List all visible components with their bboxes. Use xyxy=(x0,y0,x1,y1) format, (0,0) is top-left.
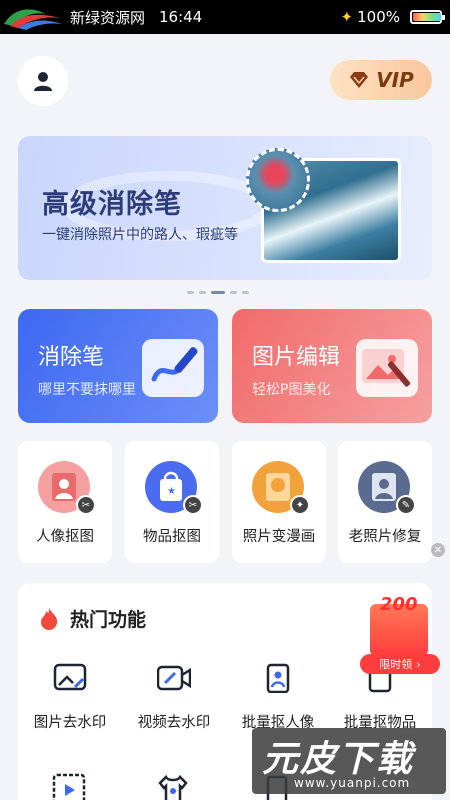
tool-portrait-cutout[interactable]: ✂ 人像抠图 xyxy=(18,441,112,563)
status-right: ✦ 100% xyxy=(341,8,450,26)
promo-amount: 200 xyxy=(380,594,418,615)
battery-icon xyxy=(410,10,445,24)
promo-claim-label: 限时领 xyxy=(379,658,413,671)
video-watermark-icon xyxy=(156,665,192,691)
signal-icon: ✦ xyxy=(340,8,354,26)
image-watermark-icon xyxy=(53,663,87,691)
hot-item-batch-portrait[interactable]: 批量抠人像 xyxy=(226,663,330,732)
fire-icon xyxy=(41,607,58,630)
wrench-icon: ✎ xyxy=(396,495,416,515)
tool-label: 人像抠图 xyxy=(36,529,94,545)
tool-label: 老照片修复 xyxy=(348,529,422,545)
hot-item-label: 图片去水印 xyxy=(33,715,107,731)
vip-label: VIP xyxy=(376,68,414,92)
pen-icon xyxy=(142,339,204,397)
scissors-icon: ✂ xyxy=(76,495,96,515)
tool-photo-restore[interactable]: ✎ 老照片修复 xyxy=(338,441,432,563)
tool-object-cutout[interactable]: ★ ✂ 物品抠图 xyxy=(125,441,219,563)
tool-label: 物品抠图 xyxy=(143,529,201,545)
hot-header: 热门功能 xyxy=(38,605,146,632)
eraser-card-title: 消除笔 xyxy=(38,345,105,370)
image-edit-card[interactable]: 图片编辑 轻松P图美化 xyxy=(232,309,432,423)
scissors-icon: ✂ xyxy=(183,495,203,515)
eraser-card[interactable]: 消除笔 哪里不要抹哪里 xyxy=(18,309,218,423)
hot-item-image-watermark[interactable]: 图片去水印 xyxy=(18,663,122,732)
erase-circle xyxy=(246,148,310,212)
image-edit-icon xyxy=(356,339,418,397)
shirt-icon xyxy=(158,774,188,800)
hot-item-video-watermark[interactable]: 视频去水印 xyxy=(122,663,226,732)
wand-icon: ✦ xyxy=(290,495,310,515)
hot-item-label: 视频去水印 xyxy=(137,715,211,731)
carousel-dot xyxy=(187,291,194,294)
video-play-icon xyxy=(52,773,86,800)
banner-subtitle: 一键消除照片中的路人、瑕疵等 xyxy=(42,227,238,243)
carousel-indicator xyxy=(187,291,249,294)
carousel-dot xyxy=(230,291,237,294)
app-logo xyxy=(0,0,64,34)
batch-portrait-icon xyxy=(266,663,290,694)
user-icon xyxy=(34,72,52,91)
watermark-text: 元皮下载 xyxy=(262,739,415,780)
red-packet-promo[interactable]: 200 限时领 › xyxy=(352,590,440,678)
site-watermark: 元皮下载 www.yuanpi.com xyxy=(252,728,446,794)
image-edit-card-desc: 轻松P图美化 xyxy=(252,382,331,398)
clock: 16:44 xyxy=(159,8,203,26)
close-icon[interactable]: ✕ xyxy=(431,543,445,557)
profile-button[interactable] xyxy=(18,56,68,106)
svg-text:★: ★ xyxy=(167,486,176,497)
diamond-icon xyxy=(350,72,369,88)
promo-claim-button[interactable]: 限时领 › xyxy=(360,654,440,674)
promo-banner[interactable]: 高级消除笔 一键消除照片中的路人、瑕疵等 xyxy=(18,136,432,280)
tool-label: 照片变漫画 xyxy=(242,529,316,545)
chevron-right-icon: › xyxy=(416,657,421,671)
banner-title: 高级消除笔 xyxy=(42,189,182,220)
hot-title: 热门功能 xyxy=(70,609,147,631)
vip-button[interactable]: VIP xyxy=(330,60,432,100)
battery-percent: 100% xyxy=(357,8,400,26)
status-bar: 新绿资源网 16:44 ✦ 100% xyxy=(0,0,450,34)
eraser-card-desc: 哪里不要抹哪里 xyxy=(38,382,136,398)
carousel-dot xyxy=(199,291,206,294)
image-edit-card-title: 图片编辑 xyxy=(252,345,341,370)
carousel-dot xyxy=(211,291,225,294)
watermark-url: www.yuanpi.com xyxy=(294,776,411,790)
tool-cartoon[interactable]: ✦ 照片变漫画 xyxy=(232,441,326,563)
carrier-name: 新绿资源网 xyxy=(70,8,146,27)
carousel-dot xyxy=(242,291,249,294)
